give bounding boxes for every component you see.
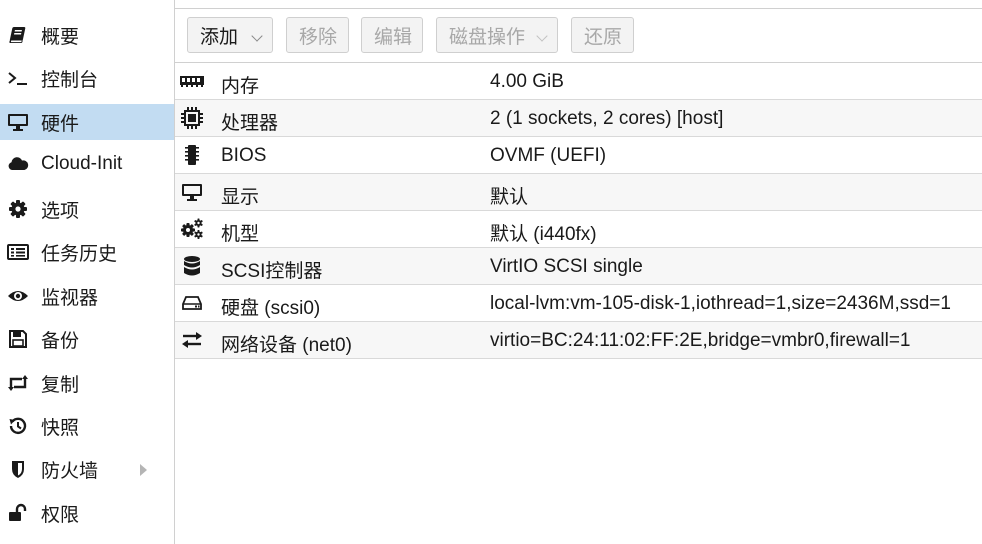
sidebar-item-snapshot[interactable]: 快照: [0, 408, 174, 444]
sidebar-item-label: 控制台: [41, 69, 99, 91]
table-row[interactable]: 机型 默认 (i440fx): [175, 211, 982, 248]
row-name: 处理器: [221, 113, 279, 134]
row-name: 显示: [221, 187, 260, 208]
unlock-icon: [7, 502, 29, 524]
row-name: BIOS: [221, 145, 267, 166]
exchange-icon: [180, 329, 204, 351]
sidebar-item-firewall[interactable]: 防火墙: [0, 451, 174, 487]
eye-icon: [7, 285, 29, 307]
memory-icon: [180, 70, 204, 92]
cpu-icon: [180, 107, 204, 129]
row-name: 网络设备 (net0): [221, 335, 352, 356]
disk-action-button-label: 磁盘操作: [449, 26, 526, 48]
sidebar-item-label: 复制: [41, 374, 80, 396]
chevron-right-icon[interactable]: [140, 464, 147, 476]
row-value: 2 (1 sockets, 2 cores) [host]: [490, 108, 724, 129]
row-value: 默认 (i440fx): [490, 224, 597, 245]
revert-button-label: 还原: [584, 26, 623, 48]
chevron-down-icon: [251, 30, 263, 42]
row-name: SCSI控制器: [221, 261, 323, 282]
add-button-label: 添加: [200, 26, 239, 48]
desktop-icon: [7, 111, 29, 133]
edit-button-label: 编辑: [374, 26, 413, 48]
table-row[interactable]: SCSI控制器 VirtIO SCSI single: [175, 248, 982, 285]
table-row[interactable]: 处理器 2 (1 sockets, 2 cores) [host]: [175, 100, 982, 137]
sidebar-item-label: 权限: [41, 504, 80, 526]
sidebar-item-label: 选项: [41, 200, 80, 222]
revert-button[interactable]: 还原: [571, 17, 634, 53]
book-icon: [7, 24, 29, 46]
database-icon: [180, 255, 204, 277]
sidebar-item-permissions[interactable]: 权限: [0, 495, 174, 531]
cogs-icon: [180, 218, 204, 240]
toolbar: 添加 移除 编辑 磁盘操作 还原: [175, 9, 982, 63]
terminal-icon: [7, 67, 29, 89]
table-row[interactable]: 显示 默认: [175, 174, 982, 211]
remove-button[interactable]: 移除: [286, 17, 349, 53]
table-row[interactable]: BIOS OVMF (UEFI): [175, 137, 982, 174]
sidebar-item-monitor[interactable]: 监视器: [0, 278, 174, 314]
sidebar-item-cloud-init[interactable]: Cloud-Init: [0, 146, 174, 182]
sidebar-item-label: 任务历史: [41, 243, 118, 265]
cloud-icon: [7, 153, 29, 175]
sidebar-item-replication[interactable]: 复制: [0, 365, 174, 401]
table-row[interactable]: 硬盘 (scsi0) local-lvm:vm-105-disk-1,iothr…: [175, 285, 982, 322]
floppy-icon: [7, 328, 29, 350]
chevron-down-icon: [536, 30, 548, 42]
sidebar: 概要 控制台 硬件 Cloud-Init 选项 任务历史 监视器 备份 复制 快…: [0, 0, 175, 544]
sidebar-item-label: 硬件: [41, 113, 80, 135]
edit-button[interactable]: 编辑: [361, 17, 423, 53]
sidebar-item-label: 监视器: [41, 287, 99, 309]
sidebar-item-hardware[interactable]: 硬件: [0, 104, 174, 140]
sidebar-item-backup[interactable]: 备份: [0, 321, 174, 357]
sidebar-item-summary[interactable]: 概要: [0, 17, 174, 53]
gear-icon: [7, 198, 29, 220]
sidebar-item-options[interactable]: 选项: [0, 191, 174, 227]
add-button[interactable]: 添加: [187, 17, 273, 53]
disk-action-button[interactable]: 磁盘操作: [436, 17, 558, 53]
table-row[interactable]: 网络设备 (net0) virtio=BC:24:11:02:FF:2E,bri…: [175, 322, 982, 359]
shield-icon: [7, 458, 29, 480]
desktop-icon: [180, 181, 204, 203]
row-value: 默认: [490, 187, 529, 208]
row-name: 内存: [221, 76, 260, 97]
hdd-icon: [180, 292, 204, 314]
table-row[interactable]: 内存 4.00 GiB: [175, 63, 982, 100]
sidebar-item-label: Cloud-Init: [41, 153, 123, 174]
row-name: 硬盘 (scsi0): [221, 298, 321, 319]
history-icon: [7, 415, 29, 437]
retweet-icon: [7, 372, 29, 394]
row-value: 4.00 GiB: [490, 71, 564, 92]
sidebar-item-task-history[interactable]: 任务历史: [0, 234, 174, 270]
row-value: local-lvm:vm-105-disk-1,iothread=1,size=…: [490, 293, 951, 314]
row-name: 机型: [221, 224, 260, 245]
sidebar-item-label: 备份: [41, 330, 80, 352]
sidebar-item-console[interactable]: 控制台: [0, 60, 174, 96]
microchip-icon: [180, 144, 204, 166]
sidebar-item-label: 防火墙: [41, 460, 99, 482]
row-value: VirtIO SCSI single: [490, 256, 643, 277]
row-value: OVMF (UEFI): [490, 145, 607, 166]
remove-button-label: 移除: [299, 26, 338, 48]
row-value: virtio=BC:24:11:02:FF:2E,bridge=vmbr0,fi…: [490, 330, 911, 351]
list-icon: [7, 241, 29, 263]
sidebar-item-label: 快照: [41, 417, 80, 439]
sidebar-item-label: 概要: [41, 26, 80, 48]
